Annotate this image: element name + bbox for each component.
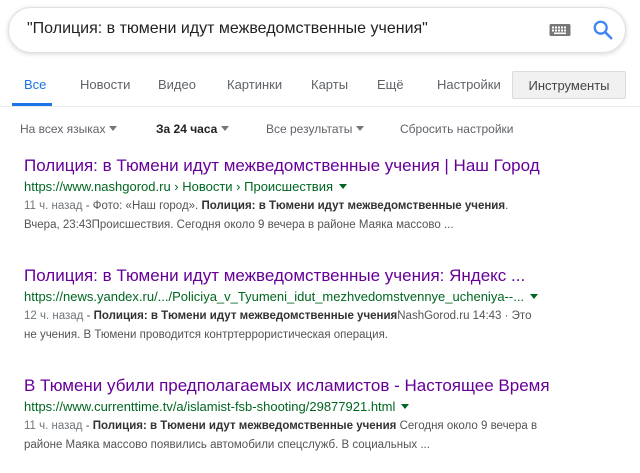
language-filter-label: На всех языках: [20, 122, 106, 136]
result-date: 12 ч. назад: [24, 310, 84, 322]
snippet-highlight: Полиция: в Тюмени идут межведомственные …: [92, 420, 397, 432]
result-title-link[interactable]: Полиция: в Тюмени идут межведомственные …: [24, 156, 624, 176]
search-tabs: Все Новости Видео Картинки Карты Ещё Нас…: [0, 70, 640, 106]
chevron-down-icon[interactable]: [401, 404, 410, 409]
result-url-text[interactable]: https://news.yandex.ru/.../Policiya_v_Ty…: [24, 289, 524, 304]
result-title-link[interactable]: Полиция: в Тюмени идут межведомственные …: [24, 266, 624, 286]
snippet-highlight: Полиция: в Тюмени идут межведомственные …: [201, 200, 506, 212]
tab-more[interactable]: Ещё: [377, 77, 404, 92]
search-result: В Тюмени убили предполагаемых исламистов…: [24, 376, 624, 455]
snippet-text: NashGorod.ru 14:43 · Это: [397, 310, 532, 322]
tab-all[interactable]: Все: [24, 77, 46, 92]
result-snippet: 11 ч. назад - Полиция: в Тюмени идут меж…: [24, 417, 624, 455]
snippet-text: районе Маяка массово появились автомобил…: [24, 439, 430, 451]
chevron-down-icon: [109, 126, 118, 131]
result-url: https://www.currenttime.tv/a/islamist-fs…: [24, 399, 624, 414]
tab-images[interactable]: Картинки: [227, 77, 282, 92]
snippet-text: -: [83, 310, 94, 322]
chevron-down-icon[interactable]: [530, 294, 539, 299]
results-filter[interactable]: Все результаты: [266, 122, 365, 136]
search-result: Полиция: в Тюмени идут межведомственные …: [24, 266, 624, 345]
result-title-link[interactable]: В Тюмени убили предполагаемых исламистов…: [24, 376, 624, 396]
snippet-text: Сегодня около 9 вечера в: [396, 420, 538, 432]
reset-filters-link[interactable]: Сбросить настройки: [400, 122, 513, 136]
result-snippet: 12 ч. назад - Полиция: в Тюмени идут меж…: [24, 307, 624, 345]
result-date: 11 ч. назад: [24, 420, 83, 432]
search-result: Полиция: в Тюмени идут межведомственные …: [24, 156, 624, 235]
tab-settings[interactable]: Настройки: [437, 77, 501, 92]
tab-news[interactable]: Новости: [80, 77, 130, 92]
result-url: https://www.nashgorod.ru › Новости › Про…: [24, 179, 624, 194]
tools-button[interactable]: Инструменты: [512, 71, 626, 99]
tab-maps[interactable]: Карты: [311, 77, 348, 92]
snippet-text: не учения. В Тюмени проводится контртерр…: [24, 329, 388, 341]
snippet-text: .: [505, 200, 509, 212]
snippet-highlight: Полиция: в Тюмени идут межведомственные …: [93, 310, 398, 322]
results-filter-label: Все результаты: [266, 122, 353, 136]
chevron-down-icon[interactable]: [339, 184, 348, 189]
result-url: https://news.yandex.ru/.../Policiya_v_Ty…: [24, 289, 624, 304]
keyboard-icon[interactable]: [549, 22, 571, 38]
search-box[interactable]: "Полиция: в тюмени идут межведомственные…: [8, 7, 626, 53]
chevron-down-icon: [356, 126, 365, 131]
snippet-text: - Фото: «Наш город».: [82, 200, 202, 212]
tab-video[interactable]: Видео: [158, 77, 196, 92]
search-input[interactable]: "Полиция: в тюмени идут межведомственные…: [27, 20, 428, 38]
chevron-down-icon: [221, 126, 230, 131]
time-filter[interactable]: За 24 часа: [156, 122, 230, 136]
result-date: 11 ч. назад: [24, 200, 83, 212]
search-tools-bar: На всех языках За 24 часа Все результаты…: [0, 122, 640, 140]
snippet-text: -: [82, 420, 93, 432]
snippet-text: Вчера, 23:43Происшествия. Сегодня около …: [24, 219, 454, 231]
time-filter-label: За 24 часа: [156, 122, 218, 136]
result-url-text[interactable]: https://www.nashgorod.ru › Новости › Про…: [24, 179, 333, 194]
search-icon[interactable]: [592, 19, 614, 41]
language-filter[interactable]: На всех языках: [20, 122, 118, 136]
result-snippet: 11 ч. назад - Фото: «Наш город». Полиция…: [24, 197, 624, 235]
result-url-text[interactable]: https://www.currenttime.tv/a/islamist-fs…: [24, 399, 395, 414]
tabs-divider: [0, 106, 640, 107]
